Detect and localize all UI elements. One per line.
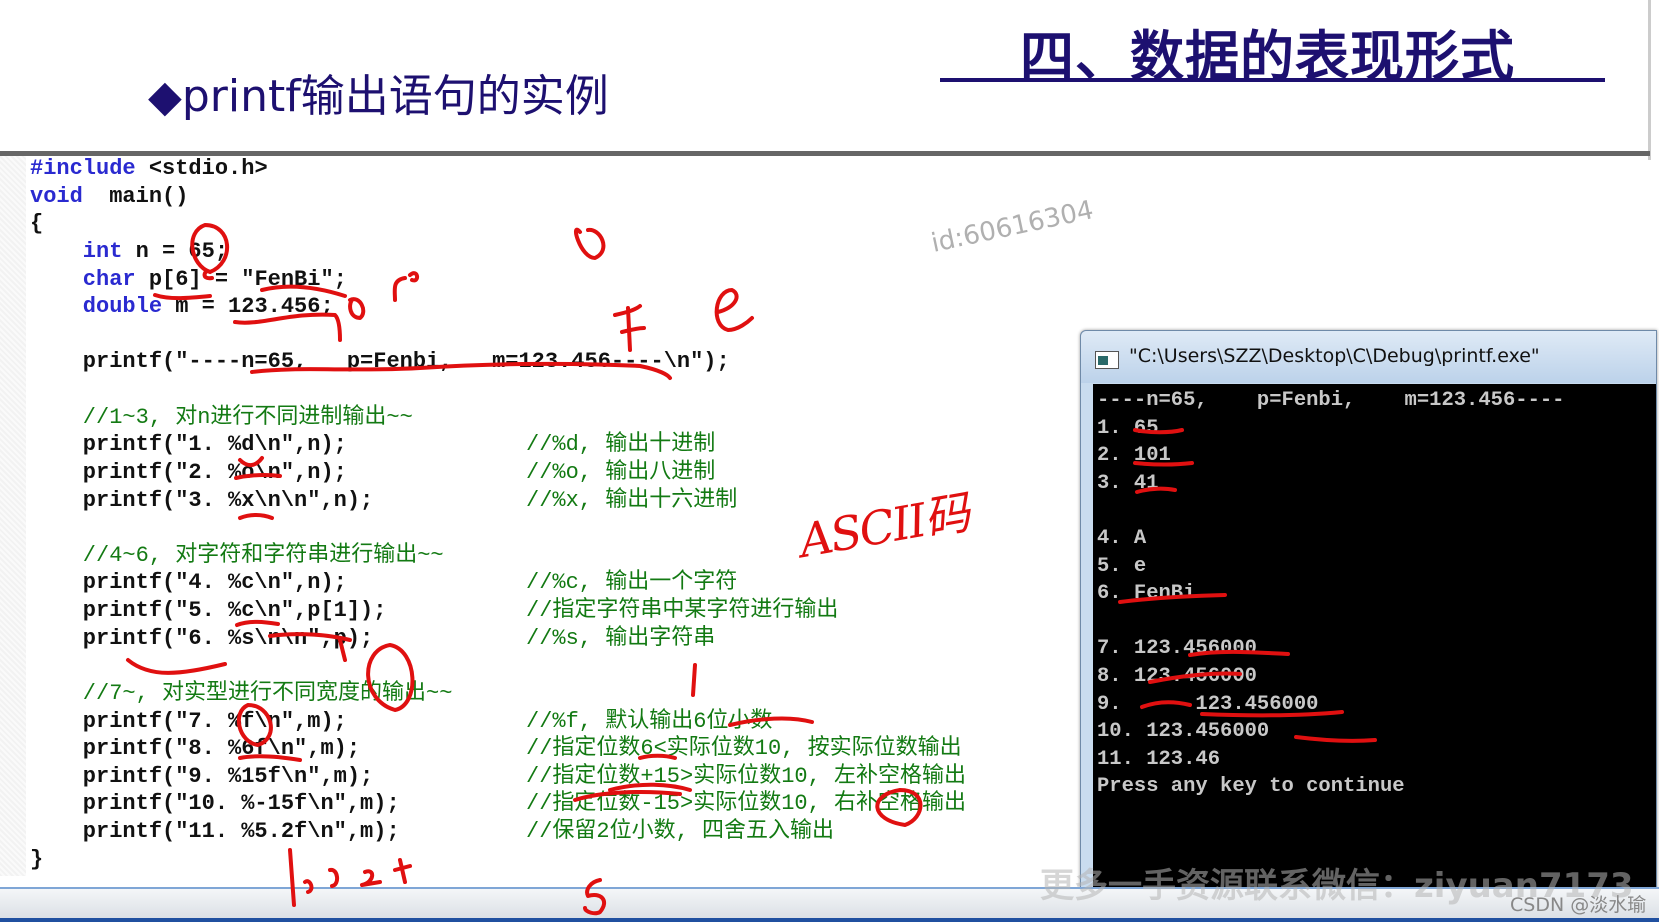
code-line: char p[6] = "FenBi"; [30, 266, 730, 294]
console-line: 8. 123.456000 [1097, 664, 1257, 688]
title-underline [940, 78, 1605, 82]
code-keyword: int [30, 238, 123, 264]
code-text: printf("9. %15f\n",m); [30, 763, 374, 789]
code-text: printf("11. %5.2f\n",m); [30, 819, 400, 844]
ascii-handwritten-note: ASCII码 [795, 485, 973, 569]
code-comment: //指定位数-15>实际位数10, 右补空格输出 [526, 791, 967, 817]
console-output-area: ----n=65, p=Fenbi, m=123.456---- 1. 65 2. … [1093, 384, 1656, 891]
code-listing: #include <stdio.h> void main(){ int n = 6… [30, 155, 966, 874]
code-text: printf("10. %-15f\n",m); [30, 791, 400, 817]
code-line: #include <stdio.h> [30, 155, 730, 183]
code-line: printf("10. %-15f\n",m); //指定位数-15>实际位数10… [30, 790, 966, 818]
console-line: 7. 123.456000 [1097, 637, 1257, 661]
console-line: 9. 123.456000 [1097, 692, 1319, 716]
code-text: main() [82, 183, 189, 209]
code-text: } [30, 846, 44, 872]
code-line: printf("6. %s\n\n",p); //%s, 输出字符串 [30, 625, 730, 653]
code-line: //7~, 对实型进行不同宽度的输出~~ [30, 680, 730, 708]
code-comment: //%s, 输出字符串 [526, 625, 716, 651]
code-text: <stdio.h> [135, 156, 268, 181]
code-text: printf("2. %o\n",n); [30, 459, 347, 485]
console-title: "C:\Users\SZZ\Desktop\C\Debug\printf.exe… [1129, 345, 1540, 367]
code-comment: //%o, 输出八进制 [526, 459, 716, 485]
code-keyword: #include [30, 156, 136, 181]
code-line: { [30, 210, 730, 238]
console-line: 3. 41 [1097, 471, 1159, 495]
code-text: printf("5. %c\n",p[1]); [30, 598, 387, 623]
console-titlebar[interactable]: "C:\Users\SZZ\Desktop\C\Debug\printf.exe… [1081, 331, 1656, 383]
code-comment: //%c, 输出一个字符 [526, 570, 738, 596]
console-line: 1. 65 [1097, 416, 1159, 440]
code-keyword: double [30, 294, 163, 320]
code-text: printf("6. %s\n\n",p); [30, 625, 374, 651]
slide-subtitle: ◆printf输出语句的实例 [148, 71, 609, 122]
code-line: printf("5. %c\n",p[1]); //指定字符串中某字符进行输出 [30, 597, 839, 625]
code-text: p[6] = "FenBi"; [135, 266, 347, 292]
code-comment: //指定位数+15>实际位数10, 左补空格输出 [526, 763, 967, 789]
code-text: printf("----n=65, p=Fenbi, m=123.456----… [30, 349, 730, 375]
code-line: printf("11. %5.2f\n",m); //保留2位小数, 四舍五入输出 [30, 818, 834, 846]
code-comment: //%f, 默认输出6位小数 [526, 708, 773, 734]
code-section-comment: //1~3, 对n进行不同进制输出~~ [30, 404, 413, 430]
code-line: printf("4. %c\n",n); //%c, 输出一个字符 [30, 569, 737, 597]
code-section-comment: //7~, 对实型进行不同宽度的输出~~ [30, 680, 453, 706]
code-comment: //指定位数6<实际位数10, 按实际位数输出 [526, 736, 962, 762]
code-line: printf("7. %f\n",m); //%f, 默认输出6位小数 [30, 708, 773, 736]
code-text: { [30, 211, 44, 237]
code-text: printf("1. %d\n",n); [30, 432, 347, 458]
code-text: printf("4. %c\n",n); [30, 570, 347, 596]
console-line: 2. 101 [1097, 444, 1171, 468]
code-line: printf("9. %15f\n",m); //指定位数+15>实际位数10, … [30, 763, 966, 791]
console-line: ----n=65, p=Fenbi, m=123.456---- [1097, 389, 1565, 412]
code-line: } [30, 846, 730, 874]
console-app-icon [1095, 351, 1119, 369]
console-line: 6. FenBi [1097, 582, 1196, 606]
code-comment: //%x, 输出十六进制 [526, 487, 738, 513]
code-keyword: void [30, 183, 83, 209]
code-line: int n = 65; [30, 238, 730, 266]
console-line: 5. e [1097, 554, 1147, 578]
console-line: 10. 123.456000 [1097, 720, 1270, 744]
csdn-watermark: CSDN @淡水瑜 [1510, 894, 1647, 916]
code-line: printf("1. %d\n",n); //%d, 输出十进制 [30, 431, 730, 459]
code-line: printf("----n=65, p=Fenbi, m=123.456----… [30, 348, 730, 376]
code-text: printf("8. %6f\n",m); [30, 736, 361, 762]
code-margin [0, 156, 26, 876]
console-window[interactable]: "C:\Users\SZZ\Desktop\C\Debug\printf.exe… [1080, 330, 1657, 892]
code-text: printf("3. %x\n\n",n); [30, 487, 374, 513]
code-comment: //保留2位小数, 四舍五入输出 [526, 819, 835, 844]
code-line: printf("8. %6f\n",m); //指定位数6<实际位数10, 按实际… [30, 735, 962, 763]
code-keyword: char [30, 266, 136, 292]
slide-edge [1648, 0, 1651, 160]
code-section-comment: //4~6, 对字符和字符串进行输出~~ [30, 542, 444, 568]
code-line: //4~6, 对字符和字符串进行输出~~ [30, 542, 730, 570]
console-output: ----n=65, p=Fenbi, m=123.456---- 1. 65 2. … [1097, 387, 1564, 801]
code-text: printf("7. %f\n",m); [30, 708, 347, 734]
code-line: printf("3. %x\n\n",n); //%x, 输出十六进制 [30, 487, 737, 515]
code-line: double m = 123.456; [30, 293, 730, 321]
code-text: n = 65; [122, 238, 229, 264]
console-line: Press any key to continue [1097, 775, 1405, 799]
code-text: m = 123.456; [162, 294, 334, 320]
code-line: void main() [30, 183, 730, 211]
console-line: 4. A [1097, 526, 1147, 550]
code-line: //1~3, 对n进行不同进制输出~~ [30, 404, 730, 432]
code-line: printf("2. %o\n",n); //%o, 输出八进制 [30, 459, 730, 487]
id-watermark: id:60616304 [928, 195, 1097, 259]
code-comment: //%d, 输出十进制 [526, 432, 716, 458]
console-line: 11. 123.46 [1097, 747, 1221, 771]
code-comment: //指定字符串中某字符进行输出 [526, 598, 839, 623]
